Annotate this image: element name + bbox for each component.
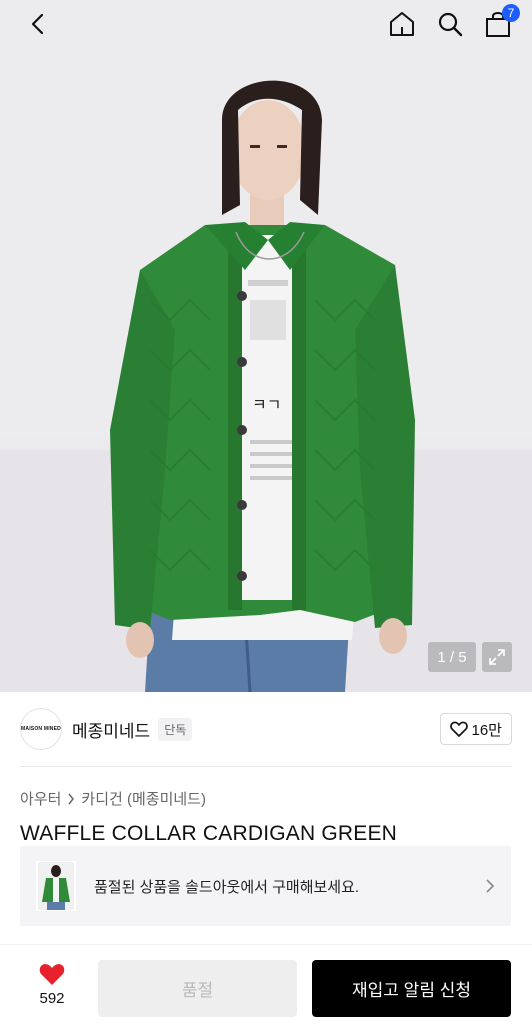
soldout-button[interactable]: 품절	[98, 960, 297, 1017]
heart-outline-icon	[449, 721, 468, 737]
image-counter: 1 / 5	[428, 642, 476, 672]
soldout-banner[interactable]: 품절된 상품을 솔드아웃에서 구매해보세요.	[20, 846, 511, 926]
wish-button[interactable]: 592	[32, 962, 72, 1007]
search-button[interactable]	[434, 8, 466, 40]
brand-like-count: 16만	[471, 721, 503, 739]
restock-alert-button[interactable]: 재입고 알림 신청	[312, 960, 511, 1017]
expand-button[interactable]	[482, 642, 512, 672]
brand-name[interactable]: 메종미네드	[72, 717, 150, 742]
cart-button[interactable]: 7	[482, 4, 520, 40]
chevron-right-icon	[68, 793, 75, 804]
model-photo: ㅋㄱ	[0, 80, 532, 692]
chevron-left-icon	[31, 13, 44, 35]
exclusive-badge: 단독	[158, 717, 193, 741]
soldout-banner-text: 품절된 상품을 솔드아웃에서 구매해보세요.	[94, 878, 360, 896]
home-icon	[390, 12, 414, 36]
divider	[0, 944, 532, 945]
home-button[interactable]	[386, 8, 418, 40]
product-image[interactable]: ㅋㄱ 1 / 5	[0, 0, 532, 692]
expand-icon	[489, 649, 505, 665]
brand-like-button[interactable]: 16만	[439, 713, 512, 745]
back-button[interactable]	[22, 8, 54, 40]
search-icon	[438, 12, 463, 37]
svg-text:ㅋㄱ: ㅋㄱ	[252, 395, 281, 414]
brand-logo[interactable]: MAISON MINED	[20, 708, 62, 750]
wish-count: 592	[39, 990, 65, 1007]
cart-count-badge: 7	[502, 4, 520, 22]
banner-thumbnail	[36, 861, 76, 911]
chevron-right-icon	[486, 879, 495, 893]
brand-row: MAISON MINED 메종미네드 단독 16만	[20, 706, 512, 752]
top-header: 7	[0, 0, 532, 48]
breadcrumb-category[interactable]: 아우터	[20, 788, 61, 809]
divider	[20, 766, 512, 767]
breadcrumb: 아우터 카디건 (메종미네드)	[20, 788, 206, 809]
brand-logo-text: MAISON MINED	[21, 726, 61, 732]
bottom-action-bar: 592 품절 재입고 알림 신청	[0, 948, 532, 1024]
breadcrumb-subcategory[interactable]: 카디건 (메종미네드)	[81, 788, 206, 809]
product-thumbnail-image	[38, 862, 74, 910]
heart-filled-icon	[39, 964, 65, 985]
product-title: WAFFLE COLLAR CARDIGAN GREEN	[20, 822, 398, 845]
